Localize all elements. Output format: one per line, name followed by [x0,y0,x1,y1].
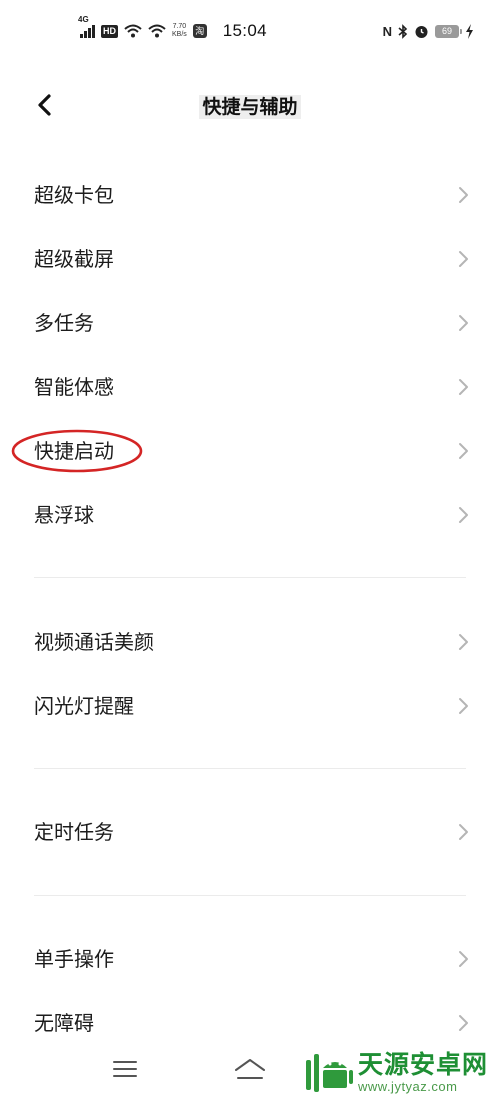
page-title: 快捷与辅助 [0,92,500,119]
recent-apps-menu-icon[interactable] [111,1058,139,1080]
section-divider [34,768,466,769]
watermark-text: 天源安卓网 www.jytyaz.com [358,1051,488,1095]
hd-voice-icon: HD [101,24,118,38]
menu-item-multitasking[interactable]: 多任务 [0,293,500,353]
highlight-ellipse [11,429,143,473]
wifi-icon-secondary [148,24,166,38]
network-speed-unit: KB/s [172,31,187,38]
status-time: 15:04 [222,21,267,40]
battery-icon: 69 [435,24,462,38]
bluetooth-icon [398,23,408,39]
chevron-right-icon [459,507,468,523]
chevron-right-icon [459,824,468,840]
status-bar-left: 4G HD 7.70 KB/s 淘 15:04 [78,15,267,44]
chevron-right-icon [459,698,468,714]
chevron-right-icon [459,1015,468,1031]
menu-item-label: 多任务 [34,311,94,335]
watermark-title: 天源安卓网 [358,1050,489,1079]
charging-icon [466,23,473,39]
status-bar-right: N 69 [383,20,474,42]
android-logo-icon [306,1054,353,1092]
home-icon[interactable] [232,1056,268,1082]
network-type: 4G [78,15,89,24]
taobao-notification-icon: 淘 [192,24,207,38]
menu-item-label: 单手操作 [34,947,114,971]
chevron-right-icon [459,187,468,203]
network-speed: 7.70 KB/s [172,23,187,39]
menu-item-one-handed-mode[interactable]: 单手操作 [0,929,500,989]
menu-item-label: 闪光灯提醒 [34,694,134,718]
section-divider [34,895,466,896]
wifi-icon [124,24,142,38]
menu-item-floating-ball[interactable]: 悬浮球 [0,485,500,545]
nfc-icon: N [382,23,392,39]
page-title-text: 快捷与辅助 [199,95,301,119]
chevron-right-icon [459,379,468,395]
menu-item-super-screenshot[interactable]: 超级截屏 [0,229,500,289]
chevron-right-icon [459,951,468,967]
menu-item-super-card-wallet[interactable]: 超级卡包 [0,165,500,225]
alarm-clock-icon [415,25,428,38]
chevron-right-icon [459,251,468,267]
menu-item-label: 悬浮球 [34,503,94,527]
chevron-right-icon [459,634,468,650]
page-header: 快捷与辅助 [0,70,500,140]
menu-item-smart-motion[interactable]: 智能体感 [0,357,500,417]
watermark: 天源安卓网 www.jytyaz.com [304,1048,488,1098]
menu-item-video-call-beauty[interactable]: 视频通话美颜 [0,612,500,672]
menu-item-label: 智能体感 [34,375,114,399]
watermark-url: www.jytyaz.com [358,1079,458,1094]
chevron-right-icon [459,443,468,459]
menu-item-flash-reminder[interactable]: 闪光灯提醒 [0,676,500,736]
network-speed-value: 7.70 [172,23,187,30]
menu-item-scheduled-tasks[interactable]: 定时任务 [0,802,500,862]
menu-item-label: 超级卡包 [34,183,114,207]
menu-item-label: 视频通话美颜 [34,630,154,654]
cellular-signal-icon: 4G [78,15,95,38]
menu-item-label: 定时任务 [34,820,114,844]
status-bar: 4G HD 7.70 KB/s 淘 15:04 N 69 [0,0,500,62]
chevron-right-icon [459,315,468,331]
menu-item-label: 超级截屏 [34,247,114,271]
section-divider [34,577,466,578]
